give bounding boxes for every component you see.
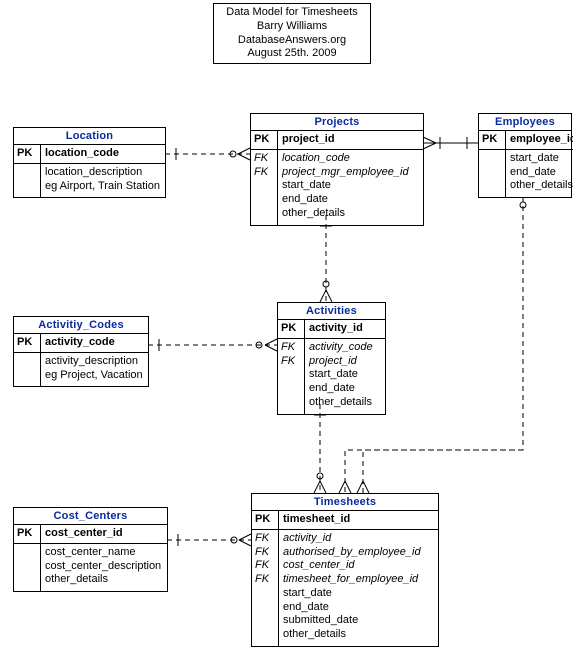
- pk-label: PK: [17, 147, 37, 161]
- entity-activities: Activities PK FK FK activity_id activity…: [277, 302, 386, 415]
- attr: authorised_by_employee_id: [283, 546, 434, 560]
- pk-attr: cost_center_id: [45, 527, 163, 541]
- pk-label: PK: [17, 527, 37, 541]
- pk-label: PK: [17, 336, 37, 350]
- attr: other_details: [45, 573, 163, 587]
- fk-label: FK: [254, 152, 274, 166]
- pk-attr: employee_id: [510, 133, 573, 147]
- pk-label: PK: [482, 133, 502, 147]
- attr: cost_center_description: [45, 560, 163, 574]
- title-line: DatabaseAnswers.org: [220, 34, 364, 48]
- attr: eg Project, Vacation: [45, 369, 144, 383]
- fk-label: FK: [281, 355, 301, 369]
- attr: location_description: [45, 166, 161, 180]
- entity-activity-codes: Activitiy_Codes PK activity_code activit…: [13, 316, 149, 387]
- attr: other_details: [510, 179, 573, 193]
- title-line: Barry Williams: [220, 20, 364, 34]
- pk-label: PK: [281, 322, 301, 336]
- attr: submitted_date: [283, 614, 434, 628]
- attr: activity_description: [45, 355, 144, 369]
- attr: activity_code: [309, 341, 381, 355]
- fk-label: FK: [255, 559, 275, 573]
- pk-label: PK: [254, 133, 274, 147]
- attr: activity_id: [283, 532, 434, 546]
- entity-location: Location PK location_code location_descr…: [13, 127, 166, 198]
- attr: end_date: [510, 166, 573, 180]
- title-line: August 25th. 2009: [220, 47, 364, 61]
- attr: project_mgr_employee_id: [282, 166, 419, 180]
- pk-attr: project_id: [282, 133, 419, 147]
- attr: project_id: [309, 355, 381, 369]
- attr: start_date: [309, 368, 381, 382]
- entity-title: Activities: [278, 303, 385, 320]
- entity-projects: Projects PK FK FK project_id location_co…: [250, 113, 424, 226]
- fk-label: FK: [255, 573, 275, 587]
- pk-attr: activity_id: [309, 322, 381, 336]
- fk-label: FK: [254, 166, 274, 180]
- attr: other_details: [282, 207, 419, 221]
- attr: other_details: [309, 396, 381, 410]
- pk-attr: location_code: [45, 147, 161, 161]
- attr: cost_center_name: [45, 546, 163, 560]
- fk-label: FK: [281, 341, 301, 355]
- fk-label: FK: [255, 546, 275, 560]
- entity-title: Employees: [479, 114, 571, 131]
- entity-title: Cost_Centers: [14, 508, 167, 525]
- entity-title: Activitiy_Codes: [14, 317, 148, 334]
- attr: start_date: [283, 587, 434, 601]
- attr: start_date: [282, 179, 419, 193]
- title-line: Data Model for Timesheets: [220, 6, 364, 20]
- pk-label: PK: [255, 513, 275, 527]
- attr: other_details: [283, 628, 434, 642]
- fk-label: FK: [255, 532, 275, 546]
- attr: cost_center_id: [283, 559, 434, 573]
- attr: end_date: [283, 601, 434, 615]
- entity-cost-centers: Cost_Centers PK cost_center_id cost_cent…: [13, 507, 168, 592]
- entity-title: Projects: [251, 114, 423, 131]
- pk-attr: activity_code: [45, 336, 144, 350]
- attr: end_date: [309, 382, 381, 396]
- attr: eg Airport, Train Station: [45, 180, 161, 194]
- entity-title: Location: [14, 128, 165, 145]
- diagram-title-box: Data Model for Timesheets Barry Williams…: [213, 3, 371, 64]
- attr: end_date: [282, 193, 419, 207]
- attr: start_date: [510, 152, 573, 166]
- pk-attr: timesheet_id: [283, 513, 434, 527]
- attr: timesheet_for_employee_id: [283, 573, 434, 587]
- entity-timesheets: Timesheets PK FK FK FK FK timesheet_id a…: [251, 493, 439, 647]
- attr: location_code: [282, 152, 419, 166]
- entity-employees: Employees PK employee_id start_date end_…: [478, 113, 572, 198]
- entity-title: Timesheets: [252, 494, 438, 511]
